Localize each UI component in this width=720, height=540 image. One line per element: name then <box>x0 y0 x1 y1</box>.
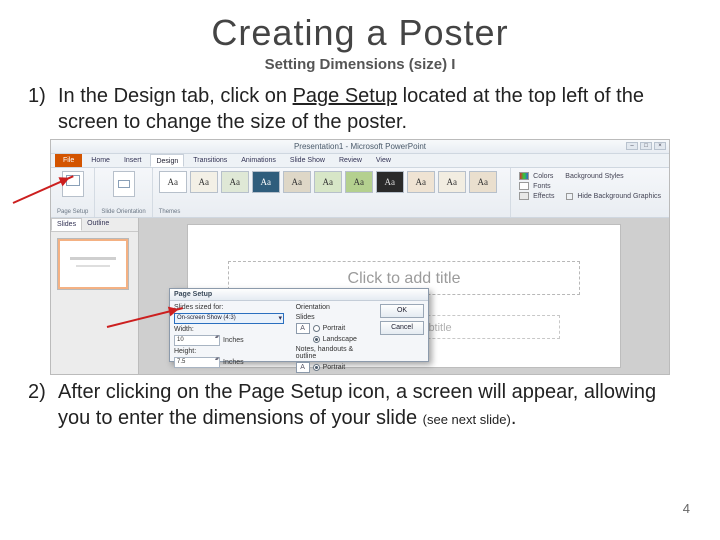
theme-swatch[interactable]: Aa <box>252 171 280 193</box>
tab-slideshow[interactable]: Slide Show <box>285 154 330 167</box>
theme-swatch[interactable]: Aa <box>190 171 218 193</box>
theme-swatch[interactable]: Aa <box>283 171 311 193</box>
page-setup-dialog: Page Setup Slides sized for: On-screen S… <box>169 288 429 362</box>
theme-gallery[interactable]: Aa Aa Aa Aa Aa Aa Aa Aa Aa Aa Aa <box>159 171 497 193</box>
slide-thumbnail[interactable] <box>57 238 129 290</box>
ribbon-right-panel: Colors Background Styles Fonts Effects H… <box>511 168 669 217</box>
bgstyles-label[interactable]: Background Styles <box>565 173 623 180</box>
tab-home[interactable]: Home <box>86 154 115 167</box>
slides-sized-for-label: Slides sized for: <box>174 304 290 311</box>
fonts-icon <box>519 182 529 190</box>
width-label: Width: <box>174 326 290 333</box>
tab-transitions[interactable]: Transitions <box>188 154 232 167</box>
cancel-button[interactable]: Cancel <box>380 321 424 335</box>
effects-icon <box>519 192 529 200</box>
page-subtitle: Setting Dimensions (size) I <box>28 56 692 73</box>
pp-titlebar: Presentation1 - Microsoft PowerPoint – □… <box>51 140 669 154</box>
slides-portrait-radio[interactable] <box>313 325 320 332</box>
orientation-slides-label: Slides <box>296 314 374 321</box>
theme-swatch[interactable]: Aa <box>376 171 404 193</box>
height-spinner[interactable]: 7.5 <box>174 357 220 368</box>
instruction-slide: Creating a Poster Setting Dimensions (si… <box>0 0 720 540</box>
slide-orientation-group: Slide Orientation <box>95 168 152 217</box>
tab-insert[interactable]: Insert <box>119 154 147 167</box>
fonts-label[interactable]: Fonts <box>533 183 551 190</box>
step-2-text-a: After clicking on the Page Setup icon, a… <box>58 381 656 429</box>
slides-pane: Slides Outline <box>51 218 139 374</box>
effects-label[interactable]: Effects <box>533 193 554 200</box>
step-1-body: In the Design tab, click on Page Setup l… <box>58 83 692 135</box>
step-1: 1) In the Design tab, click on Page Setu… <box>28 83 692 135</box>
notes-portrait-radio[interactable] <box>313 364 320 371</box>
ok-button[interactable]: OK <box>380 304 424 318</box>
colors-label[interactable]: Colors <box>533 173 553 180</box>
theme-swatch[interactable]: Aa <box>345 171 373 193</box>
maximize-icon[interactable]: □ <box>640 142 652 150</box>
step-1-text-a: In the Design tab, click on <box>58 85 293 107</box>
step-2-note: (see next slide) <box>423 412 511 427</box>
theme-swatch[interactable]: Aa <box>469 171 497 193</box>
orientation-icon[interactable] <box>113 171 135 197</box>
step-1-number: 1) <box>28 83 58 135</box>
height-label: Height: <box>174 348 290 355</box>
file-tab[interactable]: File <box>55 154 82 167</box>
step-1-underline: Page Setup <box>293 85 398 107</box>
tab-animations[interactable]: Animations <box>236 154 281 167</box>
page-title: Creating a Poster <box>28 12 692 54</box>
portrait-icon: A <box>296 323 310 334</box>
colors-icon <box>519 172 529 180</box>
checkbox-icon[interactable] <box>566 193 573 200</box>
theme-swatch[interactable]: Aa <box>314 171 342 193</box>
slides-landscape-radio[interactable] <box>313 336 320 343</box>
theme-swatch[interactable]: Aa <box>407 171 435 193</box>
step-2-body: After clicking on the Page Setup icon, a… <box>58 379 692 431</box>
dialog-title: Page Setup <box>170 289 428 301</box>
theme-swatch[interactable]: Aa <box>221 171 249 193</box>
step-2: 2) After clicking on the Page Setup icon… <box>28 379 692 431</box>
themes-group: Aa Aa Aa Aa Aa Aa Aa Aa Aa Aa Aa Themes <box>153 168 511 217</box>
theme-swatch[interactable]: Aa <box>438 171 466 193</box>
page-number: 4 <box>683 501 690 516</box>
width-unit: Inches <box>223 337 244 344</box>
minimize-icon[interactable]: – <box>626 142 638 150</box>
orientation-notes-label: Notes, handouts & outline <box>296 346 374 360</box>
portrait-label-2: Portrait <box>323 364 346 371</box>
tab-review[interactable]: Review <box>334 154 367 167</box>
page-setup-label: Page Setup <box>57 209 88 215</box>
pane-tab-outline[interactable]: Outline <box>82 218 114 231</box>
tab-design[interactable]: Design <box>150 154 184 167</box>
width-spinner[interactable]: 10 <box>174 335 220 346</box>
ribbon-tabs: File Home Insert Design Transitions Anim… <box>51 154 669 168</box>
themes-label: Themes <box>159 209 181 215</box>
orientation-heading: Orientation <box>296 304 374 311</box>
theme-swatch[interactable]: Aa <box>159 171 187 193</box>
ribbon: Page Setup Slide Orientation Aa Aa Aa Aa… <box>51 168 669 218</box>
step-2-text-b: . <box>511 407 517 429</box>
orientation-label: Slide Orientation <box>101 209 145 215</box>
powerpoint-screenshot: Presentation1 - Microsoft PowerPoint – □… <box>50 139 670 375</box>
height-unit: Inches <box>223 359 244 366</box>
tab-view[interactable]: View <box>371 154 396 167</box>
slides-sized-for-combo[interactable]: On-screen Show (4:3) <box>174 313 284 324</box>
portrait-label: Portrait <box>323 325 346 332</box>
portrait-icon: A <box>296 362 310 373</box>
hidebg-label[interactable]: Hide Background Graphics <box>577 193 661 200</box>
step-2-number: 2) <box>28 379 58 431</box>
pp-window-title: Presentation1 - Microsoft PowerPoint <box>294 142 426 151</box>
close-icon[interactable]: × <box>654 142 666 150</box>
landscape-label: Landscape <box>323 336 357 343</box>
pane-tab-slides[interactable]: Slides <box>51 218 82 231</box>
